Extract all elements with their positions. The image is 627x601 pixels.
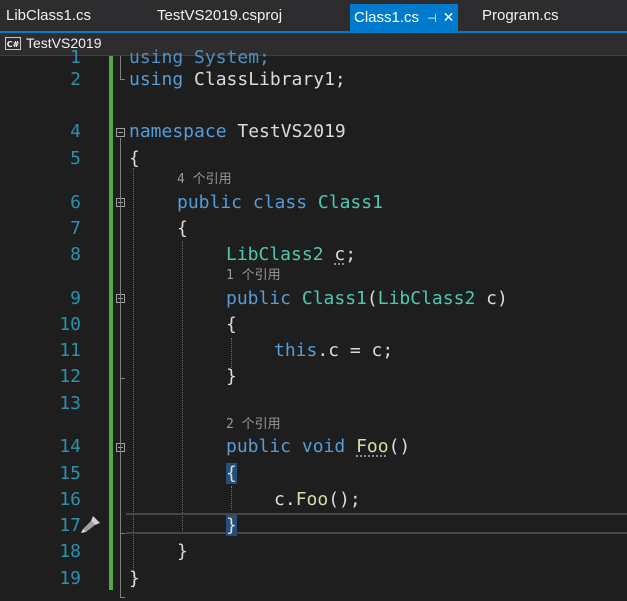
outline-line: [120, 378, 125, 379]
code-line-2[interactable]: using ClassLibrary1;: [129, 69, 346, 91]
current-line-highlight: [126, 513, 627, 534]
keyword: public: [226, 436, 292, 457]
method-name: Foo: [295, 489, 329, 510]
code-line-1[interactable]: using System;: [129, 47, 270, 69]
code-text: c.: [274, 489, 296, 510]
csharp-project-icon: C#: [5, 37, 21, 50]
type-name: LibClass2: [226, 244, 324, 265]
matching-brace: }: [226, 515, 237, 536]
code-text: (: [366, 288, 378, 309]
line-number: 2: [70, 69, 81, 90]
code-line-5[interactable]: {: [129, 148, 140, 170]
indent-guide: [182, 241, 183, 533]
line-number: 13: [59, 393, 81, 414]
type-name: Class1: [317, 192, 383, 213]
line-number: 11: [59, 340, 81, 361]
tab-program[interactable]: Program.cs: [482, 4, 559, 28]
tab-testvs2019-csproj[interactable]: TestVS2019.csproj: [157, 4, 282, 28]
codelens-references[interactable]: 4 个引用: [177, 172, 232, 188]
tab-label: LibClass1.cs: [6, 7, 92, 24]
code-line-10[interactable]: {: [226, 314, 237, 336]
tab-label: Program.cs: [482, 7, 559, 24]
quick-actions-brush-icon[interactable]: [80, 514, 102, 534]
field-name: c: [334, 244, 346, 265]
outline-line: [120, 533, 125, 534]
code-line-8[interactable]: LibClass2 c;: [226, 244, 356, 266]
line-number: 4: [70, 121, 81, 142]
code-text: .c = c;: [317, 340, 394, 361]
code-line-7[interactable]: {: [177, 218, 188, 240]
method-name: Foo: [356, 436, 389, 457]
type-name: Class1: [301, 288, 367, 309]
collapse-namespace-icon[interactable]: [116, 128, 125, 137]
keyword: public: [177, 192, 243, 213]
code-text: ();: [328, 489, 361, 510]
keyword: class: [252, 192, 308, 213]
line-number: 9: [70, 288, 81, 309]
tab-libclass1[interactable]: LibClass1.cs: [6, 4, 91, 28]
pin-icon[interactable]: ⊣: [427, 13, 437, 25]
code-line-4[interactable]: namespace TestVS2019: [129, 121, 346, 143]
outline-line: [120, 79, 125, 80]
code-line-18[interactable]: }: [177, 541, 188, 563]
line-number: 12: [59, 366, 81, 387]
code-line-14[interactable]: public void Foo(): [226, 436, 410, 458]
navigation-bar[interactable]: C# TestVS2019: [0, 33, 627, 56]
code-line-6[interactable]: public class Class1: [177, 192, 383, 214]
code-line-19[interactable]: }: [129, 568, 140, 590]
line-number: 8: [70, 244, 81, 265]
change-tracking-bar: [109, 56, 113, 590]
code-line-9[interactable]: public Class1(LibClass2 c): [226, 288, 508, 310]
outline-line: [120, 597, 125, 598]
code-text: (): [388, 436, 411, 457]
line-number: 6: [70, 192, 81, 213]
line-number: 10: [59, 314, 81, 335]
line-number: 1: [70, 47, 81, 68]
code-line-11[interactable]: this.c = c;: [274, 340, 393, 362]
codelens-references[interactable]: 1 个引用: [226, 268, 281, 284]
keyword: void: [301, 436, 346, 457]
line-number: 14: [59, 436, 81, 457]
code-text: c): [475, 288, 508, 309]
line-number: 17: [59, 515, 81, 536]
line-number: 15: [59, 463, 81, 484]
keyword: this: [274, 340, 318, 361]
code-text: ;: [345, 244, 357, 265]
code-line-17[interactable]: }: [226, 515, 237, 537]
code-line-16[interactable]: c.Foo();: [274, 489, 361, 511]
keyword: namespace: [129, 121, 227, 142]
outline-line: [120, 56, 121, 80]
line-number: 7: [70, 218, 81, 239]
line-number: 19: [59, 568, 81, 589]
tab-label: TestVS2019.csproj: [157, 7, 283, 24]
document-tab-strip: LibClass1.cs TestVS2019.csproj Class1.cs…: [0, 0, 627, 31]
line-number: 16: [59, 489, 81, 510]
tab-class1[interactable]: Class1.cs ⊣ ✕: [350, 4, 459, 31]
code-text: ClassLibrary1;: [183, 69, 346, 90]
keyword: public: [226, 288, 292, 309]
outline-line: [120, 138, 121, 598]
code-line-15[interactable]: {: [226, 463, 237, 485]
keyword: using: [129, 69, 184, 90]
line-number: 5: [70, 148, 81, 169]
code-line-12[interactable]: }: [226, 366, 237, 388]
matching-brace: {: [226, 463, 237, 484]
codelens-references[interactable]: 2 个引用: [226, 417, 281, 433]
code-text: TestVS2019: [226, 121, 346, 142]
type-name: LibClass2: [377, 288, 476, 309]
tab-label: Class1.cs: [354, 9, 420, 26]
close-icon[interactable]: ✕: [443, 9, 455, 25]
indent-guide: [231, 486, 232, 510]
code-editor[interactable]: 1 2 4 5 6 7 8 9 10 11 12 13 14 15 16 17 …: [0, 47, 627, 601]
line-number: 18: [59, 541, 81, 562]
